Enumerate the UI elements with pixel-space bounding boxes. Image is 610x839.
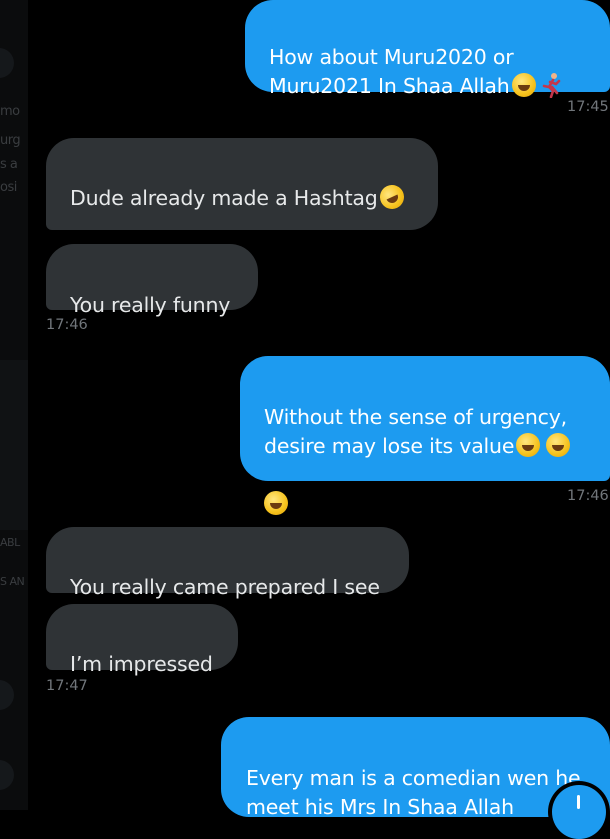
message-bubble-incoming[interactable]: You really funny: [46, 244, 258, 317]
message-bubble-outgoing[interactable]: Without the sense of urgency, desire may…: [240, 356, 610, 515]
plus-icon: [577, 795, 580, 809]
face-with-tears-of-joy-icon: [511, 73, 536, 97]
face-with-tears-of-joy-icon: [264, 491, 288, 515]
timestamp: 17:47: [46, 678, 88, 694]
message-text: Every man is a comedian wen he meet his …: [246, 766, 581, 819]
message-bubble-incoming[interactable]: Dude already made a Hashtag: [46, 138, 438, 273]
message-text: You really came prepared I see: [70, 575, 380, 599]
strip-text: s a: [0, 157, 18, 172]
message-bubble-outgoing[interactable]: How about Muru2020 or Muru2021 In Shaa A…: [245, 0, 610, 98]
strip-text: ABL: [0, 536, 20, 549]
strip-block: [0, 360, 28, 530]
strip-text: mo: [0, 104, 20, 119]
timestamp: 17:46: [567, 488, 609, 504]
message-text: Dude already made a Hashtag: [70, 186, 378, 210]
message-text: You really funny: [70, 293, 231, 317]
avatar: [0, 48, 14, 78]
message-text: I’m impressed: [70, 652, 213, 676]
rolling-on-floor-laughing-icon: [375, 181, 408, 213]
avatar: [0, 680, 14, 710]
face-with-tears-of-joy-icon: [516, 433, 541, 457]
person-running-icon: [542, 73, 560, 98]
background-screen-strip: mo urg s a osi ABL S AN: [0, 0, 28, 810]
strip-text: osi: [0, 180, 17, 195]
message-bubble-outgoing[interactable]: Every man is a comedian wen he meet his …: [221, 717, 610, 819]
message-bubble-incoming[interactable]: I’m impressed: [46, 604, 238, 676]
face-with-tears-of-joy-icon: [546, 433, 571, 457]
strip-text: S AN: [0, 575, 25, 588]
strip-text: urg: [0, 133, 21, 148]
timestamp: 17:46: [46, 317, 88, 333]
message-bubble-incoming[interactable]: You really came prepared I see: [46, 527, 409, 599]
compose-button[interactable]: [552, 785, 606, 839]
timestamp: 17:45: [567, 99, 609, 115]
avatar: [0, 760, 14, 790]
message-text: How about Muru2020 or Muru2021 In Shaa A…: [269, 45, 514, 98]
